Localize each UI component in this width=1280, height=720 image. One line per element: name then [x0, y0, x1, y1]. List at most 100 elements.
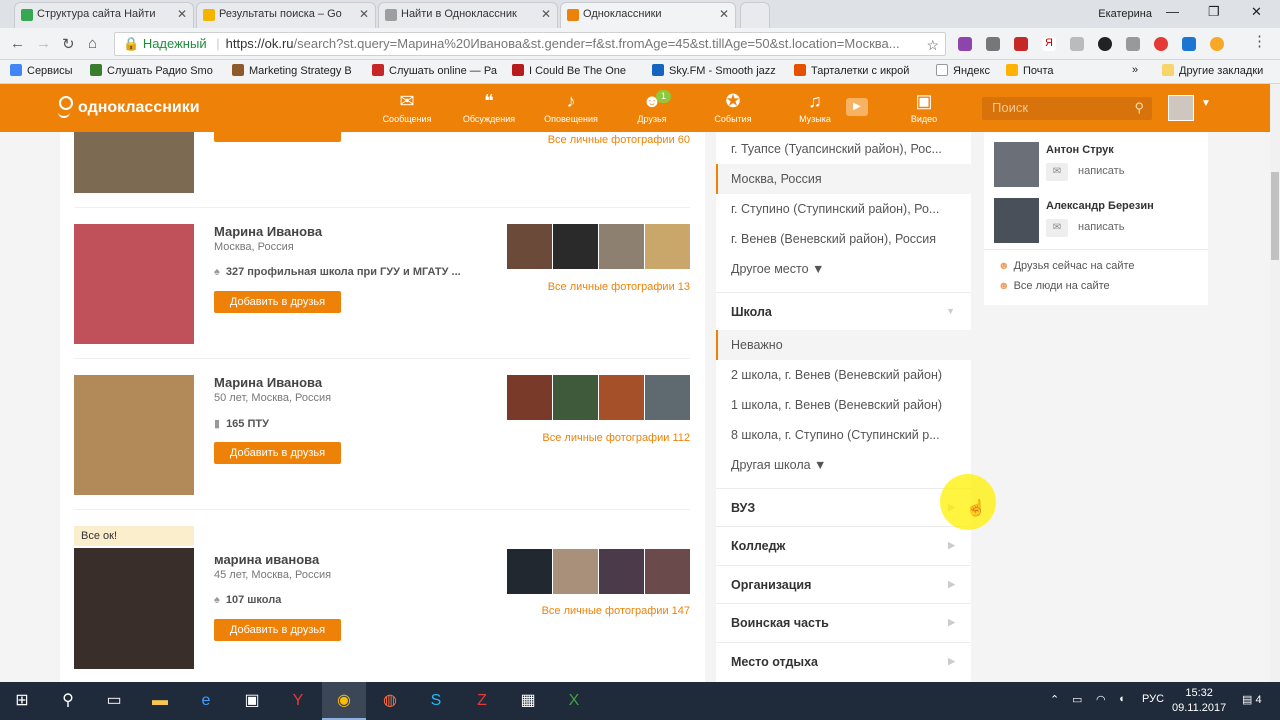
scrollbar-thumb[interactable]	[1271, 172, 1279, 260]
avatar[interactable]	[1168, 95, 1194, 121]
write-link[interactable]: написать	[1078, 221, 1124, 233]
photo-thumb[interactable]	[599, 224, 644, 269]
bookmark-item[interactable]: Почта	[1006, 64, 1054, 77]
start-icon[interactable]: ⊞	[0, 682, 44, 720]
nav-notifications[interactable]: ♪ Оповещения	[531, 90, 611, 124]
nav-music[interactable]: ♫ Музыка	[775, 90, 855, 124]
person-name[interactable]: Марина Иванова	[214, 375, 322, 390]
bookmark-item[interactable]: Sky.FM - Smooth jazz	[652, 64, 780, 77]
task-view-icon[interactable]: ▭	[92, 682, 136, 720]
photo-thumb[interactable]	[507, 224, 552, 269]
volume-icon[interactable]: ◖	[1118, 693, 1125, 705]
nav-discussions[interactable]: ❝ Обсуждения	[449, 90, 529, 124]
ok-logo[interactable]: одноклассники	[58, 96, 200, 118]
profile-photo[interactable]	[74, 132, 194, 193]
home-icon[interactable]: ⌂	[88, 35, 97, 52]
language-indicator[interactable]: РУС	[1142, 693, 1164, 705]
calculator-icon[interactable]: ▦	[506, 682, 550, 720]
yandex-icon[interactable]: Я	[1042, 37, 1056, 51]
page-scrollbar[interactable]	[1270, 84, 1280, 684]
all-photos-link[interactable]: Все личные фотографии 13	[548, 281, 690, 293]
filter-section-college[interactable]: Колледж ▶	[716, 526, 971, 564]
browser-tab-2[interactable]: Результаты поиска – Go ✕	[196, 2, 376, 28]
bookmark-star-icon[interactable]: ☆	[926, 34, 939, 55]
all-photos-link[interactable]: Все личные фотографии 147	[542, 605, 690, 617]
bookmarks-more-button[interactable]: »	[1132, 64, 1138, 76]
chevron-up-icon[interactable]: ⌃	[1050, 693, 1059, 706]
reload-icon[interactable]: ↻	[62, 35, 75, 53]
other-place-toggle[interactable]: Другое место ▼	[731, 262, 824, 276]
filter-option-school[interactable]: 8 школа, г. Ступино (Ступинский р...	[716, 420, 971, 450]
chevron-down-icon[interactable]: ▼	[1201, 98, 1211, 109]
network-icon[interactable]: ▭	[1072, 693, 1082, 706]
filezilla-icon[interactable]: Z	[460, 682, 504, 720]
avatar[interactable]	[994, 142, 1039, 187]
close-icon[interactable]: ✕	[359, 7, 369, 21]
nav-friends[interactable]: ☻ 1 Друзья	[612, 90, 692, 124]
other-school-toggle[interactable]: Другая школа ▼	[731, 458, 826, 472]
extension-icon[interactable]	[1182, 37, 1196, 51]
friend-name[interactable]: Антон Струк	[1046, 144, 1114, 156]
envelope-icon[interactable]: ✉	[1046, 219, 1068, 237]
url-field[interactable]: 🔒 Надежный | https://ok.ru/search?st.quer…	[114, 32, 946, 56]
add-friend-button[interactable]: Добавить в друзья	[214, 442, 341, 464]
all-photos-link[interactable]: Все личные фотографии 60	[548, 134, 690, 146]
play-icon[interactable]: ▶	[846, 98, 868, 116]
chrome-icon[interactable]: ◉	[322, 682, 366, 720]
profile-name[interactable]: Екатерина	[1098, 8, 1152, 20]
photo-thumb[interactable]	[599, 375, 644, 420]
profile-photo[interactable]	[74, 548, 194, 669]
filter-option-city[interactable]: г. Ступино (Ступинский район), Ро...	[716, 194, 971, 224]
add-friend-button[interactable]: Добавить в друзья	[214, 291, 341, 313]
bookmark-item[interactable]: Слушать online — Ра	[372, 64, 500, 77]
filter-section-organization[interactable]: Организация ▶	[716, 565, 971, 603]
friend-name[interactable]: Александр Березин	[1046, 200, 1154, 212]
search-icon[interactable]: ⚲	[46, 682, 90, 720]
photo-thumb[interactable]	[599, 549, 644, 594]
bookmark-item[interactable]: Marketing Strategy В	[232, 64, 360, 77]
filter-section-school[interactable]: Школа ▼	[716, 292, 971, 330]
photo-thumb[interactable]	[645, 375, 690, 420]
firefox-icon[interactable]: ◍	[368, 682, 412, 720]
person-name[interactable]: марина иванова	[214, 552, 319, 567]
filter-option-city[interactable]: Москва, Россия	[716, 164, 971, 194]
envelope-icon[interactable]: ✉	[1046, 163, 1068, 181]
photo-thumb[interactable]	[507, 549, 552, 594]
close-icon[interactable]: ✕	[719, 7, 729, 21]
filter-section-university[interactable]: ВУЗ▶	[716, 488, 971, 526]
yandex-browser-icon[interactable]: Y	[276, 682, 320, 720]
window-close-icon[interactable]: ✕	[1251, 4, 1262, 20]
all-people-link[interactable]: ☻ Все люди на сайте	[998, 280, 1110, 292]
nav-messages[interactable]: ✉ Сообщения	[367, 90, 447, 124]
photo-thumb[interactable]	[553, 224, 598, 269]
extension-icon[interactable]	[1070, 37, 1084, 51]
filter-option-school[interactable]: Неважно	[716, 330, 971, 360]
extension-icon[interactable]	[1154, 37, 1168, 51]
photo-thumb[interactable]	[553, 375, 598, 420]
filter-option-city[interactable]: г. Венев (Веневский район), Россия	[716, 224, 971, 254]
filter-section-vacation[interactable]: Место отдыха ▶	[716, 642, 971, 680]
extension-icon[interactable]	[1210, 37, 1224, 51]
site-search-input[interactable]: Поиск ⚲	[982, 97, 1152, 120]
nav-video[interactable]: ▣ Видео	[884, 90, 964, 124]
bookmark-item[interactable]: Слушать Радио Smo	[90, 64, 218, 77]
wifi-icon[interactable]: ◠	[1096, 693, 1106, 706]
filter-option-school[interactable]: 2 школа, г. Венев (Веневский район)	[716, 360, 971, 390]
new-tab-button[interactable]	[740, 2, 770, 28]
filter-option-school[interactable]: 1 школа, г. Венев (Веневский район)	[716, 390, 971, 420]
browser-tab-1[interactable]: Структура сайта Найти ✕	[14, 2, 194, 28]
other-bookmarks[interactable]: Другие закладки	[1162, 64, 1263, 77]
skype-icon[interactable]: S	[414, 682, 458, 720]
back-icon[interactable]: ←	[10, 35, 25, 52]
person-name[interactable]: Марина Иванова	[214, 224, 322, 239]
maximize-icon[interactable]: ❐	[1208, 4, 1220, 20]
photo-thumb[interactable]	[645, 224, 690, 269]
browser-tab-4[interactable]: Одноклассники ✕	[560, 2, 736, 28]
extension-icon[interactable]	[1126, 37, 1140, 51]
nav-events[interactable]: ✪ События	[693, 90, 773, 124]
extension-icon[interactable]	[958, 37, 972, 51]
edge-icon[interactable]: e	[184, 682, 228, 720]
file-explorer-icon[interactable]: ▬	[138, 682, 182, 720]
minimize-icon[interactable]: —	[1166, 4, 1179, 19]
close-icon[interactable]: ✕	[177, 7, 187, 21]
